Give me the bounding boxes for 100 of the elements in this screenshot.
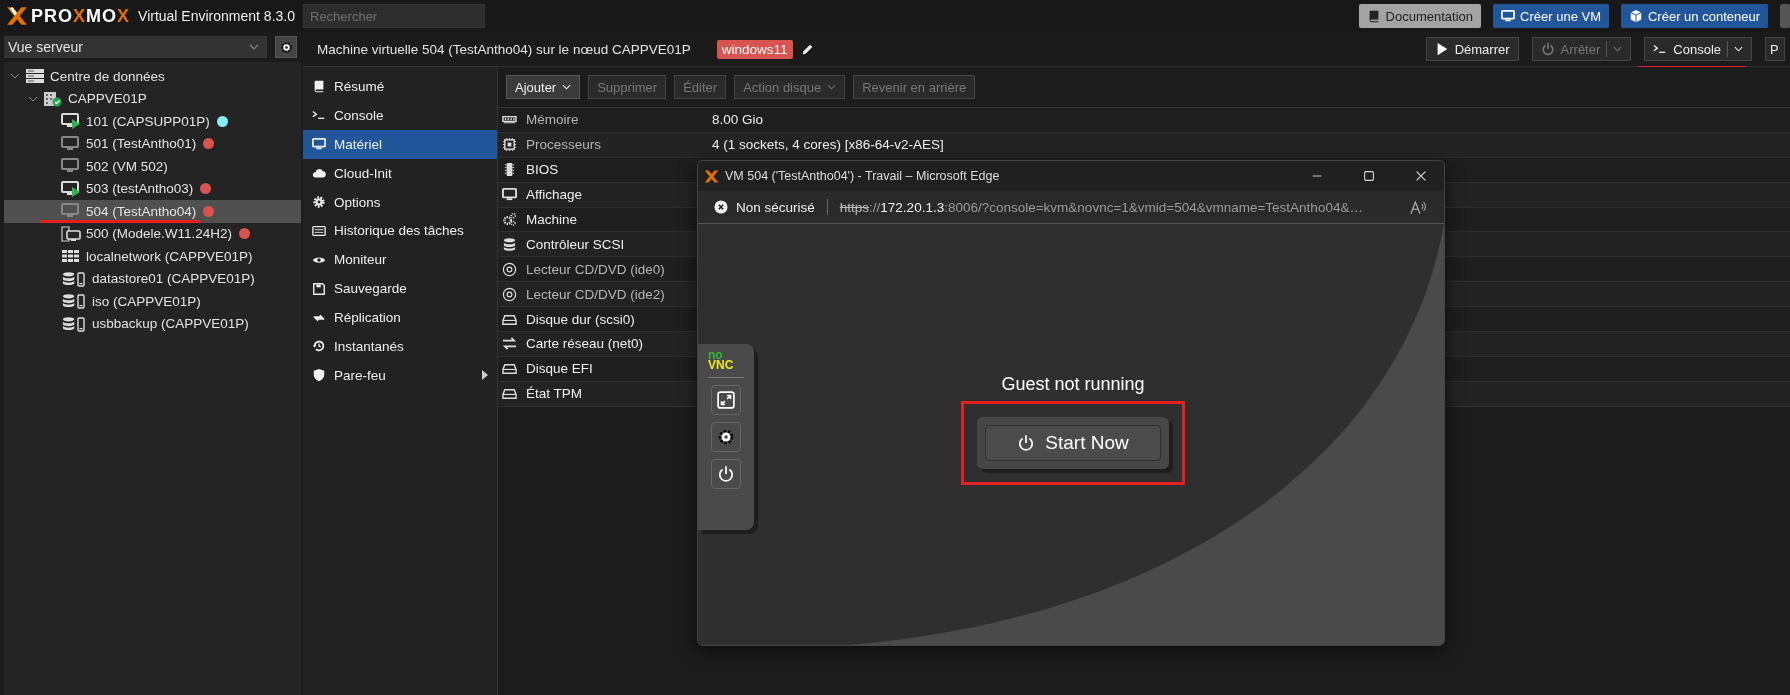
fullscreen-button[interactable] bbox=[711, 385, 741, 415]
hardware-name: BIOS bbox=[526, 162, 559, 178]
hardware-icon bbox=[312, 137, 326, 152]
chevron-down-icon bbox=[562, 84, 572, 90]
net-icon bbox=[502, 336, 517, 352]
security-label: Non sécurisé bbox=[736, 199, 815, 215]
hdd-icon bbox=[502, 386, 517, 402]
machine-icon bbox=[502, 212, 517, 227]
tree-item[interactable]: usbbackup (CAPPVE01P) bbox=[4, 312, 301, 335]
warning-x-icon bbox=[714, 200, 728, 214]
start-now-button[interactable]: Start Now bbox=[985, 425, 1161, 461]
menu-item[interactable]: Console bbox=[303, 100, 497, 130]
action-button[interactable]: Démarrer bbox=[1425, 37, 1519, 61]
shield-icon bbox=[312, 368, 326, 383]
tree-item-label: 504 (TestAntho04) bbox=[86, 203, 197, 219]
toolbar-button[interactable]: Ajouter bbox=[506, 75, 581, 99]
hardware-name: Lecteur CD/DVD (ide2) bbox=[526, 286, 665, 302]
menu-item[interactable]: Pare-feu bbox=[303, 360, 497, 390]
cpu-icon bbox=[502, 137, 517, 153]
power-button[interactable] bbox=[711, 459, 741, 489]
toolbar-button[interactable]: Documentation bbox=[1358, 4, 1482, 28]
view-select[interactable]: Vue serveur bbox=[4, 36, 267, 58]
tree-item[interactable]: 504 (TestAntho04) bbox=[4, 200, 301, 223]
tree-item[interactable]: 503 (testAntho03) bbox=[4, 177, 301, 200]
hardware-name: Processeurs bbox=[526, 137, 602, 153]
tree-item-label: usbbackup (CAPPVE01P) bbox=[92, 316, 249, 332]
expand-arrow-icon bbox=[481, 369, 489, 382]
tree-item[interactable]: 501 (TestAntho01) bbox=[4, 132, 301, 155]
tree-item-label: Centre de données bbox=[50, 68, 165, 84]
bios-icon bbox=[502, 162, 517, 178]
tree-item[interactable]: CAPPVE01P bbox=[4, 87, 301, 110]
action-button[interactable]: Console bbox=[1644, 37, 1752, 61]
search-field[interactable]: Rechercher bbox=[303, 4, 485, 28]
tree-item[interactable]: datastore01 (CAPPVE01P) bbox=[4, 267, 301, 290]
menu-item[interactable]: Résumé bbox=[303, 72, 497, 101]
tree-item[interactable]: 500 (Modele.W11.24H2) bbox=[4, 222, 301, 245]
menu-item[interactable]: Moniteur bbox=[303, 245, 497, 275]
menu-item[interactable]: Matériel bbox=[303, 129, 497, 159]
cube-icon bbox=[1629, 9, 1643, 23]
hardware-value: 4 (1 sockets, 4 cores) [x86-64-v2-AES] bbox=[712, 137, 944, 153]
power-icon bbox=[717, 465, 735, 483]
window-title: VM 504 ('TestAntho04') - Travail – Microsoft Edge bbox=[725, 169, 1000, 183]
url-text[interactable]: https://172.20.1.3:8006/?console=kvm&novnc=1&vmid=504&vmname=TestAntho04&… bbox=[839, 199, 1363, 215]
x-logo-icon bbox=[704, 168, 719, 184]
monitor-icon bbox=[61, 203, 81, 220]
chevron-down-icon bbox=[827, 84, 837, 90]
database-icon bbox=[61, 293, 87, 310]
status-message: Guest not running bbox=[1001, 374, 1145, 395]
database-icon bbox=[61, 270, 87, 287]
menu-item[interactable]: Historique des tâches bbox=[303, 216, 497, 246]
cd-icon bbox=[502, 261, 517, 277]
monitor-icon bbox=[61, 135, 81, 152]
hardware-name: État TPM bbox=[526, 386, 583, 402]
fullscreen-icon bbox=[717, 391, 735, 409]
gear-icon bbox=[312, 195, 326, 209]
power-icon bbox=[1017, 434, 1036, 452]
menu-item[interactable]: Sauvegarde bbox=[303, 274, 497, 304]
chevron-down-icon bbox=[1734, 46, 1743, 52]
hardware-name: Disque EFI bbox=[526, 361, 593, 377]
tree-item[interactable]: Centre de données bbox=[4, 65, 301, 88]
gear-icon bbox=[279, 40, 293, 54]
tree-item[interactable]: 502 (VM 502) bbox=[4, 155, 301, 178]
power-icon bbox=[1540, 42, 1555, 56]
tree-item-label: iso (CAPPVE01P) bbox=[92, 293, 201, 309]
terminal-icon bbox=[1653, 42, 1668, 56]
pencil-icon[interactable] bbox=[800, 42, 814, 56]
menu-item[interactable]: Options bbox=[303, 187, 497, 217]
tree-item-label: localnetwork (CAPPVE01P) bbox=[86, 248, 253, 264]
tree-item-label: datastore01 (CAPPVE01P) bbox=[92, 271, 255, 287]
hardware-value: 8.00 Gio bbox=[712, 112, 764, 128]
tree-item-label: 503 (testAntho03) bbox=[86, 181, 194, 197]
menu-item[interactable]: Instantanés bbox=[303, 332, 497, 361]
hardware-name: Machine bbox=[526, 212, 578, 227]
floppy-icon bbox=[312, 281, 326, 296]
hdd-icon bbox=[502, 361, 517, 377]
monitor-icon bbox=[1501, 9, 1516, 23]
maximize-icon[interactable] bbox=[1362, 169, 1376, 183]
tree-item-label: 501 (TestAntho01) bbox=[86, 136, 197, 152]
logo: PROXMOX bbox=[6, 5, 131, 27]
tree-item[interactable]: localnetwork (CAPPVE01P) bbox=[4, 245, 301, 268]
toolbar-button[interactable]: Créer un conteneur bbox=[1621, 4, 1768, 28]
menu-item[interactable]: Cloud-Init bbox=[303, 158, 497, 188]
settings-button[interactable] bbox=[275, 36, 297, 58]
read-aloud-icon[interactable] bbox=[1410, 199, 1428, 215]
chevron-down-icon bbox=[249, 44, 259, 50]
menu-item[interactable]: Réplication bbox=[303, 303, 497, 332]
logo-text: no bbox=[708, 350, 723, 360]
tree-item-label: 500 (Modele.W11.24H2) bbox=[86, 226, 233, 242]
summary-icon bbox=[312, 79, 326, 94]
hardware-name: Carte réseau (net0) bbox=[526, 336, 644, 352]
settings-button[interactable] bbox=[711, 422, 741, 452]
gear-icon bbox=[717, 428, 735, 446]
tree-item[interactable]: 101 (CAPSUPP01P) bbox=[4, 110, 301, 133]
close-icon[interactable] bbox=[1414, 169, 1428, 183]
cd-icon bbox=[502, 286, 517, 302]
history-icon bbox=[312, 339, 326, 354]
toolbar-button[interactable]: Créer une VM bbox=[1493, 4, 1609, 28]
monitor-play-icon bbox=[61, 180, 81, 197]
tree-item[interactable]: iso (CAPPVE01P) bbox=[4, 290, 301, 313]
action-button[interactable]: P bbox=[1765, 37, 1785, 61]
